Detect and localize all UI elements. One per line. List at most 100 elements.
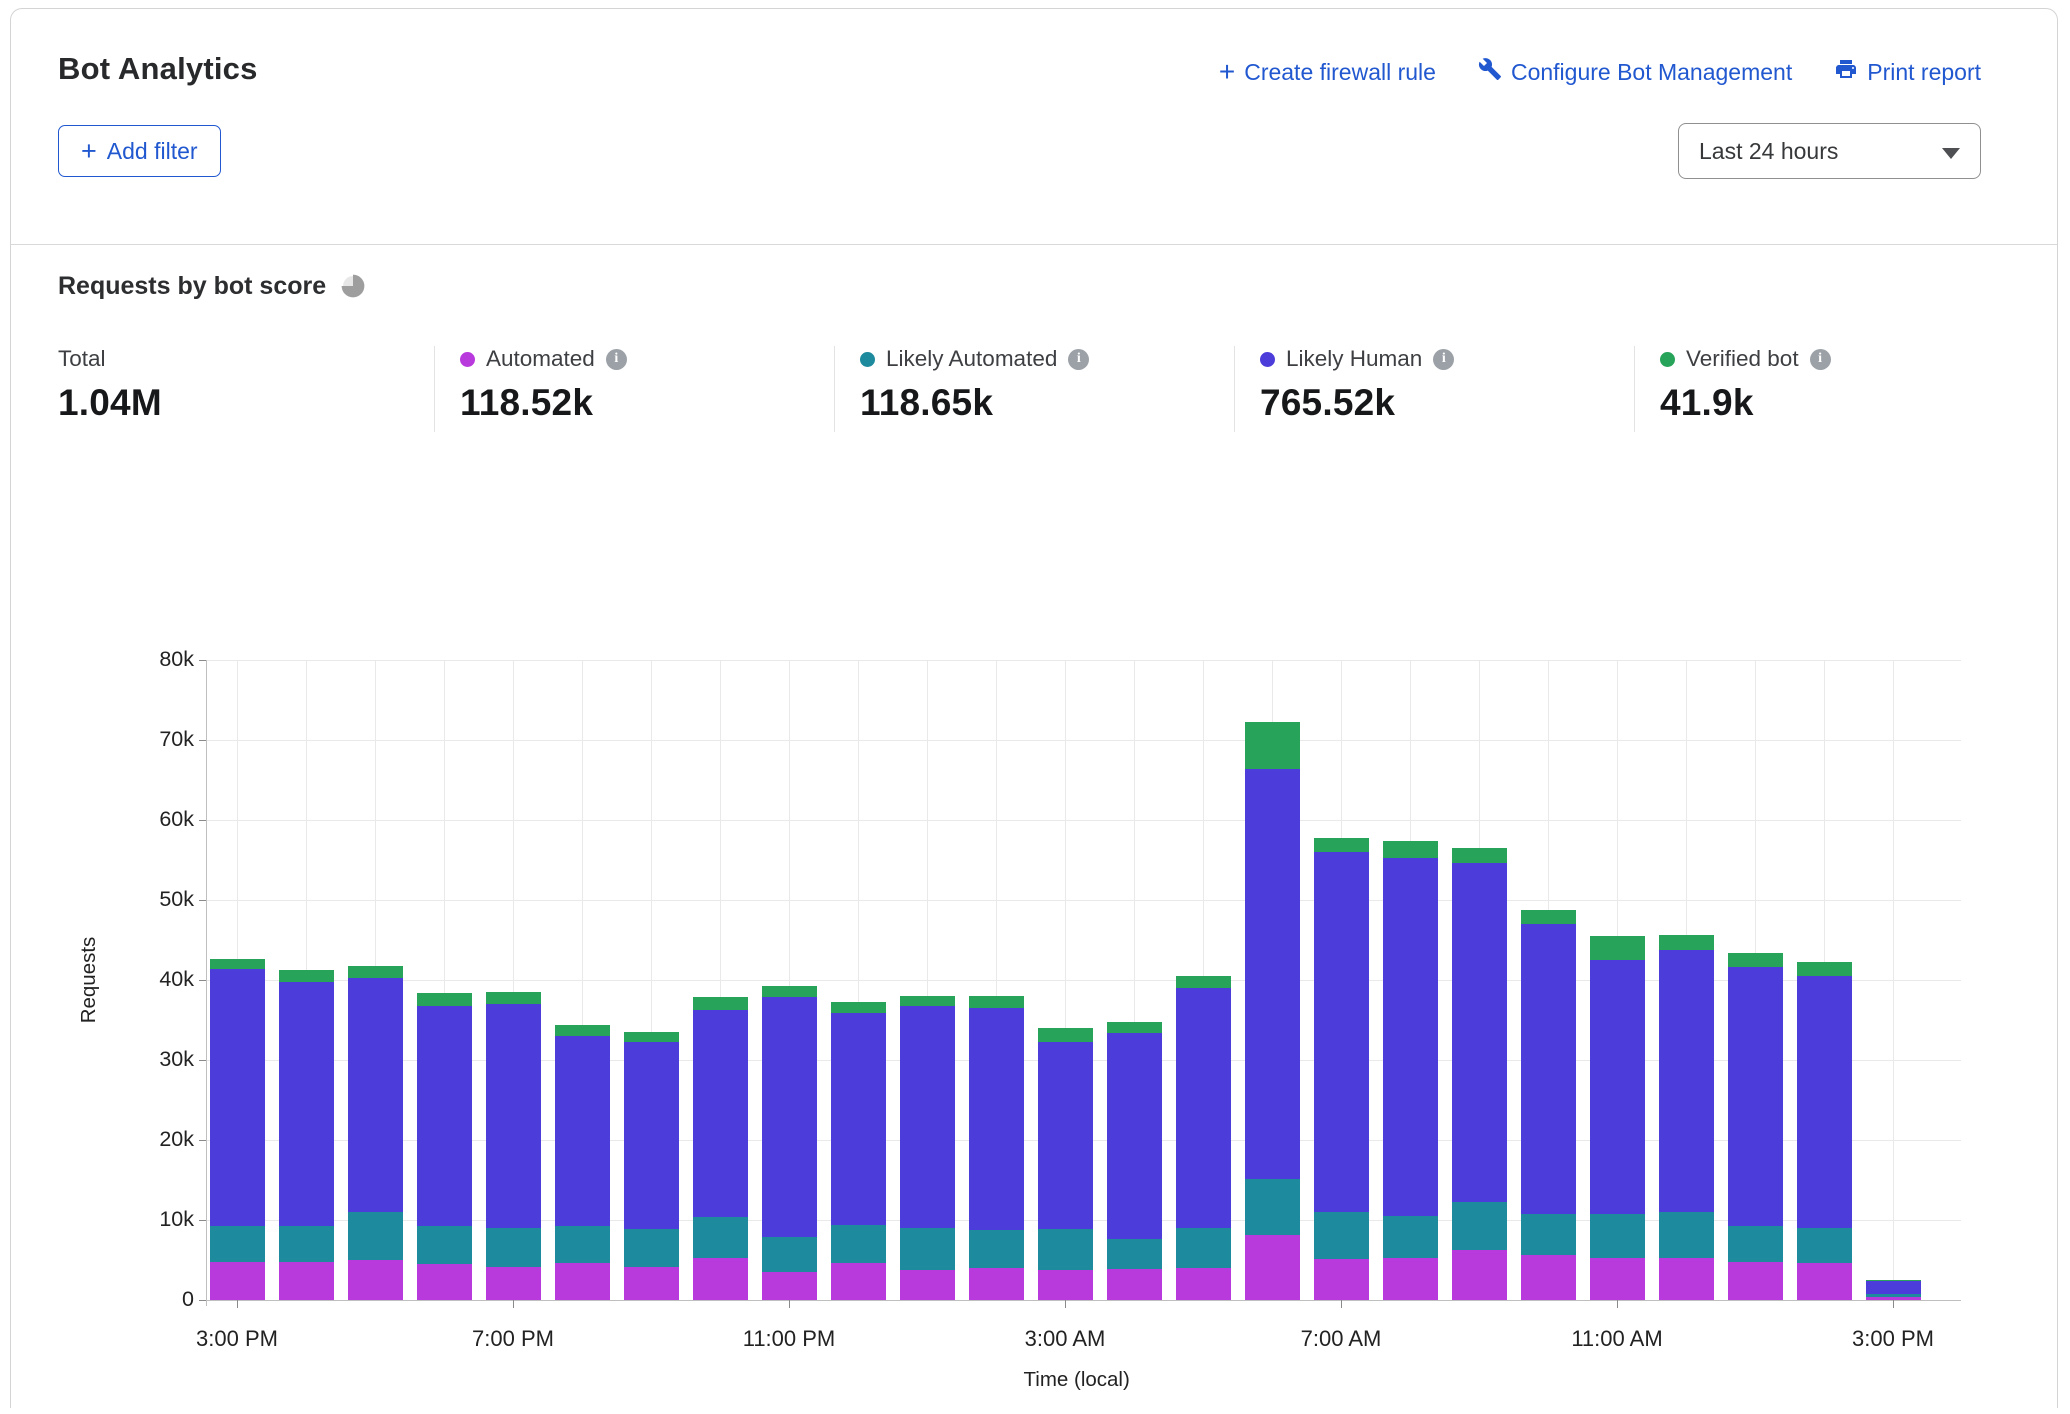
likely-automated-bar-segment[interactable] xyxy=(1383,1216,1438,1258)
likely-human-bar-segment[interactable] xyxy=(417,1006,472,1226)
likely-automated-bar-segment[interactable] xyxy=(1314,1212,1369,1259)
likely-human-bar-segment[interactable] xyxy=(762,997,817,1237)
automated-bar-segment[interactable] xyxy=(417,1264,472,1300)
verified-bot-bar-segment[interactable] xyxy=(693,997,748,1010)
likely-human-bar-segment[interactable] xyxy=(555,1036,610,1226)
automated-bar-segment[interactable] xyxy=(1728,1262,1783,1300)
verified-bot-bar-segment[interactable] xyxy=(210,959,265,969)
likely-human-bar-segment[interactable] xyxy=(969,1008,1024,1230)
likely-human-bar-segment[interactable] xyxy=(831,1013,886,1225)
verified-bot-bar-segment[interactable] xyxy=(831,1002,886,1012)
likely-automated-bar-segment[interactable] xyxy=(279,1226,334,1261)
verified-bot-bar-segment[interactable] xyxy=(555,1025,610,1036)
likely-automated-bar-segment[interactable] xyxy=(1038,1229,1093,1270)
automated-bar-segment[interactable] xyxy=(762,1272,817,1300)
verified-bot-bar-segment[interactable] xyxy=(762,986,817,996)
likely-automated-bar-segment[interactable] xyxy=(1245,1179,1300,1235)
likely-automated-bar-segment[interactable] xyxy=(1107,1239,1162,1269)
likely-human-bar-segment[interactable] xyxy=(1314,852,1369,1212)
info-icon[interactable]: i xyxy=(1810,349,1831,370)
verified-bot-bar-segment[interactable] xyxy=(1797,962,1852,976)
automated-bar-segment[interactable] xyxy=(348,1260,403,1300)
automated-bar-segment[interactable] xyxy=(1107,1269,1162,1300)
likely-automated-bar-segment[interactable] xyxy=(969,1230,1024,1268)
likely-human-bar-segment[interactable] xyxy=(210,969,265,1226)
likely-human-bar-segment[interactable] xyxy=(1383,858,1438,1216)
verified-bot-bar-segment[interactable] xyxy=(279,970,334,981)
automated-bar-segment[interactable] xyxy=(1383,1258,1438,1300)
likely-human-bar-segment[interactable] xyxy=(900,1006,955,1228)
likely-automated-bar-segment[interactable] xyxy=(1866,1294,1921,1296)
likely-automated-bar-segment[interactable] xyxy=(831,1225,886,1263)
likely-human-bar-segment[interactable] xyxy=(1590,960,1645,1214)
automated-bar-segment[interactable] xyxy=(1314,1259,1369,1300)
likely-automated-bar-segment[interactable] xyxy=(1452,1202,1507,1249)
time-range-select[interactable]: Last 24 hours xyxy=(1678,123,1981,179)
likely-automated-bar-segment[interactable] xyxy=(1176,1228,1231,1268)
automated-bar-segment[interactable] xyxy=(1521,1255,1576,1300)
verified-bot-bar-segment[interactable] xyxy=(417,993,472,1006)
verified-bot-bar-segment[interactable] xyxy=(969,996,1024,1008)
verified-bot-bar-segment[interactable] xyxy=(1038,1028,1093,1042)
likely-human-bar-segment[interactable] xyxy=(1245,769,1300,1179)
automated-bar-segment[interactable] xyxy=(1590,1258,1645,1300)
verified-bot-bar-segment[interactable] xyxy=(1452,848,1507,863)
verified-bot-bar-segment[interactable] xyxy=(1866,1280,1921,1281)
likely-human-bar-segment[interactable] xyxy=(624,1042,679,1229)
likely-automated-bar-segment[interactable] xyxy=(1659,1212,1714,1258)
likely-human-bar-segment[interactable] xyxy=(1176,988,1231,1228)
likely-human-bar-segment[interactable] xyxy=(279,982,334,1227)
likely-automated-bar-segment[interactable] xyxy=(210,1226,265,1263)
configure-bot-management-link[interactable]: Configure Bot Management xyxy=(1478,57,1792,87)
likely-automated-bar-segment[interactable] xyxy=(486,1228,541,1267)
verified-bot-bar-segment[interactable] xyxy=(1728,953,1783,967)
automated-bar-segment[interactable] xyxy=(1038,1270,1093,1300)
likely-human-bar-segment[interactable] xyxy=(1797,976,1852,1228)
info-icon[interactable]: i xyxy=(606,349,627,370)
likely-human-bar-segment[interactable] xyxy=(1866,1281,1921,1295)
likely-human-bar-segment[interactable] xyxy=(693,1010,748,1217)
automated-bar-segment[interactable] xyxy=(210,1262,265,1300)
add-filter-button[interactable]: + Add filter xyxy=(58,125,221,177)
likely-human-bar-segment[interactable] xyxy=(486,1004,541,1228)
likely-automated-bar-segment[interactable] xyxy=(348,1212,403,1260)
automated-bar-segment[interactable] xyxy=(693,1258,748,1300)
automated-bar-segment[interactable] xyxy=(1659,1258,1714,1300)
info-icon[interactable]: i xyxy=(1068,349,1089,370)
automated-bar-segment[interactable] xyxy=(1176,1268,1231,1300)
create-firewall-rule-link[interactable]: + Create firewall rule xyxy=(1219,59,1436,86)
automated-bar-segment[interactable] xyxy=(555,1263,610,1300)
automated-bar-segment[interactable] xyxy=(831,1263,886,1300)
likely-automated-bar-segment[interactable] xyxy=(900,1228,955,1270)
verified-bot-bar-segment[interactable] xyxy=(900,996,955,1006)
verified-bot-bar-segment[interactable] xyxy=(1521,910,1576,924)
likely-automated-bar-segment[interactable] xyxy=(1728,1226,1783,1262)
likely-automated-bar-segment[interactable] xyxy=(417,1226,472,1264)
print-report-link[interactable]: Print report xyxy=(1834,57,1981,87)
likely-automated-bar-segment[interactable] xyxy=(555,1226,610,1264)
likely-human-bar-segment[interactable] xyxy=(1521,924,1576,1214)
verified-bot-bar-segment[interactable] xyxy=(1659,935,1714,949)
verified-bot-bar-segment[interactable] xyxy=(1176,976,1231,988)
verified-bot-bar-segment[interactable] xyxy=(624,1032,679,1042)
automated-bar-segment[interactable] xyxy=(1245,1235,1300,1300)
likely-automated-bar-segment[interactable] xyxy=(624,1229,679,1267)
verified-bot-bar-segment[interactable] xyxy=(1590,936,1645,960)
verified-bot-bar-segment[interactable] xyxy=(1107,1022,1162,1032)
likely-human-bar-segment[interactable] xyxy=(1452,863,1507,1202)
verified-bot-bar-segment[interactable] xyxy=(486,992,541,1004)
verified-bot-bar-segment[interactable] xyxy=(1383,841,1438,858)
automated-bar-segment[interactable] xyxy=(900,1270,955,1300)
likely-automated-bar-segment[interactable] xyxy=(1797,1228,1852,1263)
likely-human-bar-segment[interactable] xyxy=(1038,1042,1093,1229)
info-icon[interactable]: i xyxy=(1433,349,1454,370)
likely-human-bar-segment[interactable] xyxy=(1107,1033,1162,1239)
verified-bot-bar-segment[interactable] xyxy=(1314,838,1369,852)
automated-bar-segment[interactable] xyxy=(1797,1263,1852,1300)
likely-human-bar-segment[interactable] xyxy=(348,978,403,1212)
automated-bar-segment[interactable] xyxy=(1452,1250,1507,1300)
likely-human-bar-segment[interactable] xyxy=(1728,967,1783,1225)
likely-automated-bar-segment[interactable] xyxy=(693,1217,748,1258)
likely-human-bar-segment[interactable] xyxy=(1659,950,1714,1212)
likely-automated-bar-segment[interactable] xyxy=(1521,1214,1576,1256)
